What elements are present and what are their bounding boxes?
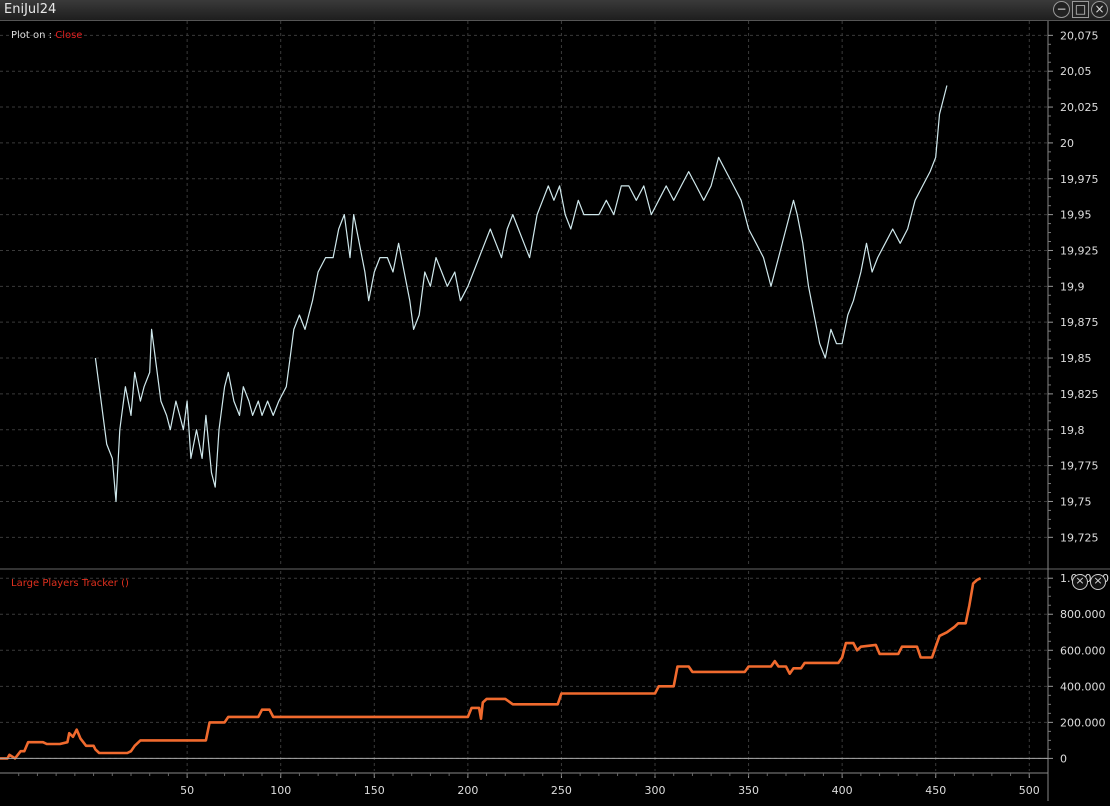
close-icon[interactable]: × <box>1091 1 1108 18</box>
x-tick-label: 450 <box>925 784 946 797</box>
window-titlebar[interactable]: EniJul24 − □ × <box>0 0 1110 21</box>
maximize-icon[interactable]: □ <box>1072 1 1089 18</box>
y-tick-label: 20,05 <box>1060 65 1092 78</box>
indicator-label[interactable]: Large Players Tracker () <box>11 578 129 589</box>
y-tick-label: 19,825 <box>1060 388 1099 401</box>
y-tick-label: 19,925 <box>1060 244 1099 257</box>
x-tick-label: 200 <box>457 784 478 797</box>
y-tick-label: 19,875 <box>1060 316 1099 329</box>
chart-area[interactable]: 20,075 20,05 20,025 20 19,975 19,95 19,925 19,9… <box>0 21 1110 806</box>
y-tick-label: 800.000 <box>1060 608 1106 621</box>
indicator-close-icon[interactable]: × <box>1072 574 1088 590</box>
x-tick-label: 300 <box>645 784 666 797</box>
y-tick-label: 20,025 <box>1060 101 1099 114</box>
indicator-series-line <box>0 577 982 760</box>
plot-on-label: Plot on : Close <box>11 30 82 41</box>
y-tick-label: 19,975 <box>1060 173 1099 186</box>
plot-on-caption: Plot on : <box>11 30 53 41</box>
y-tick-label: 19,775 <box>1060 460 1099 473</box>
x-tick-label: 350 <box>738 784 759 797</box>
x-tick-label: 150 <box>364 784 385 797</box>
x-tick-label: 250 <box>551 784 572 797</box>
y-tick-label: 19,85 <box>1060 352 1092 365</box>
y-tick-label: 19,95 <box>1060 209 1092 222</box>
window-title: EniJul24 <box>4 2 57 17</box>
x-tick-label: 50 <box>180 784 194 797</box>
indicator-remove-icon[interactable]: × <box>1090 574 1106 590</box>
y-tick-label: 19,9 <box>1060 280 1085 293</box>
plot-on-value[interactable]: Close <box>55 30 82 41</box>
price-series-line <box>94 85 948 503</box>
y-tick-label: 19,75 <box>1060 495 1092 508</box>
minimize-icon[interactable]: − <box>1053 1 1070 18</box>
x-tick-label: 100 <box>270 784 291 797</box>
window-controls: − □ × <box>1053 1 1108 18</box>
x-tick-label: 400 <box>832 784 853 797</box>
x-tick-label: 500 <box>1019 784 1040 797</box>
y-tick-label: 19,8 <box>1060 424 1085 437</box>
y-tick-label: 20,075 <box>1060 29 1099 42</box>
y-tick-label: 19,725 <box>1060 531 1099 544</box>
y-tick-label: 200.000 <box>1060 716 1106 729</box>
y-tick-label: 400.000 <box>1060 680 1106 693</box>
y-tick-label: 0 <box>1060 752 1067 765</box>
y-tick-label: 600.000 <box>1060 644 1106 657</box>
y-tick-label: 20 <box>1060 137 1074 150</box>
